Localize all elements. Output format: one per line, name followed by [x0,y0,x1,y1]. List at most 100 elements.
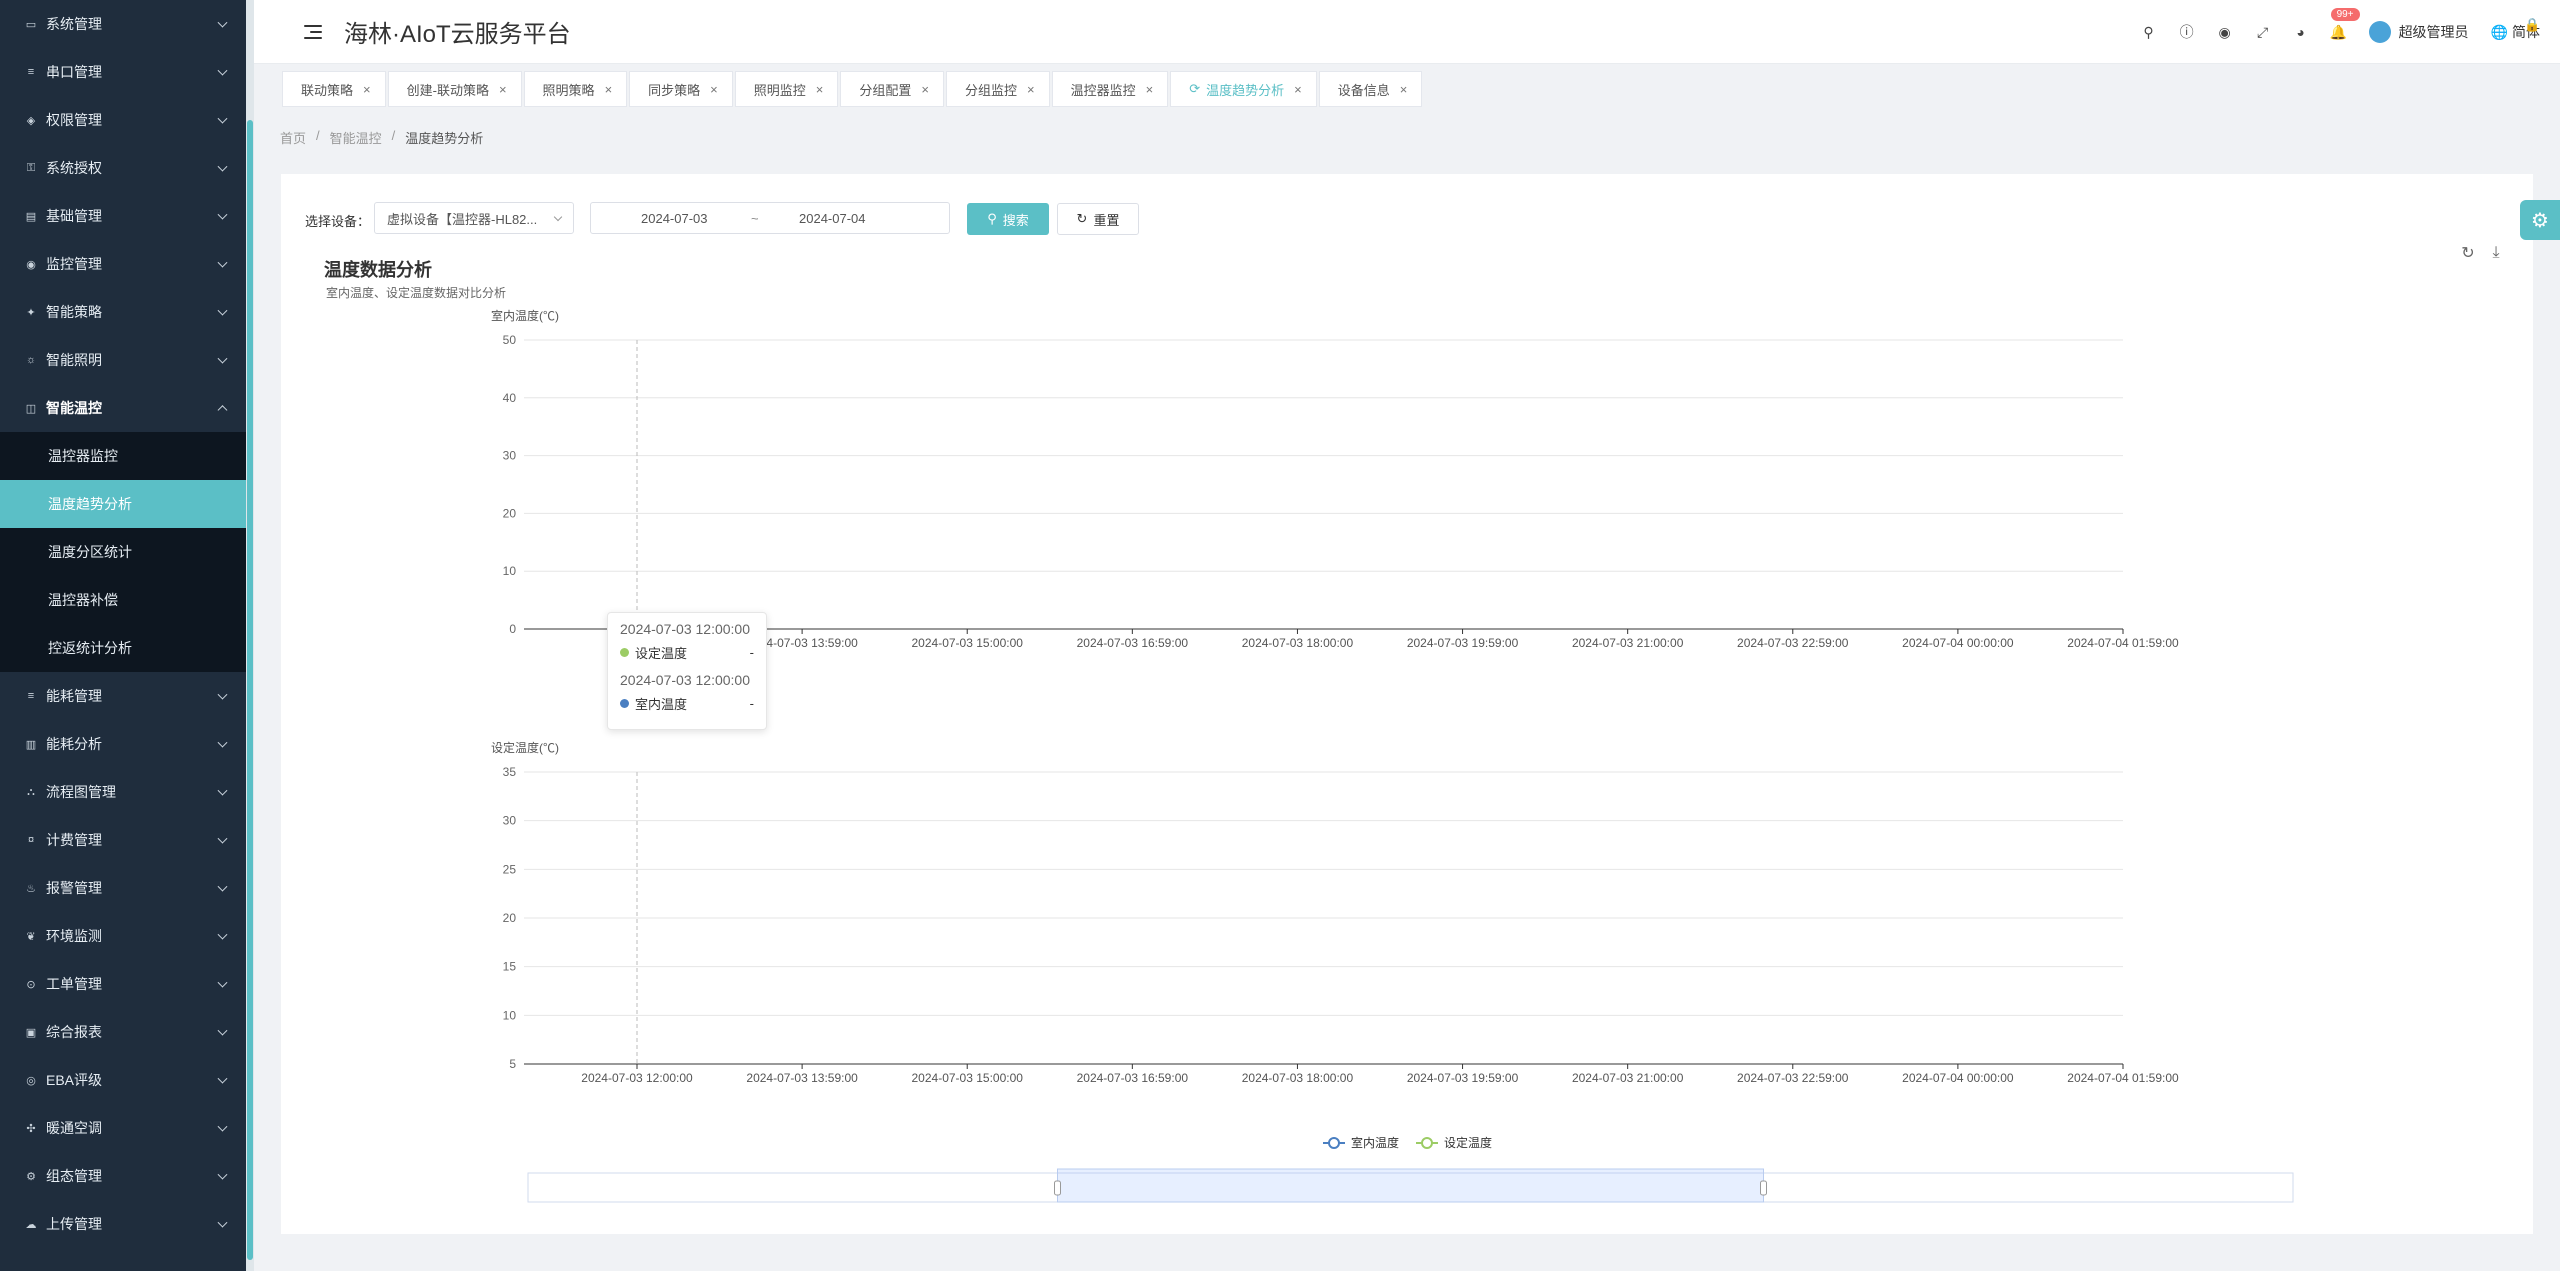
app-root: ▭ 系统管理 ≡ 串口管理 ◈ 权限管理 ⚿ 系统授权 ▤ 基础管理 ◉ 监控管理 ✦ 智能策略 ☼ 智能照明… [0,0,2560,1271]
datazoom-handle-left[interactable] [1054,1180,1061,1196]
sidebar-item[interactable]: ▤ 基础管理 [0,192,246,240]
sidebar-subitem[interactable]: 温度分区统计 [0,528,246,576]
sidebar-item-label: 权限管理 [46,112,102,128]
sidebar-item-label: 串口管理 [46,64,102,80]
datazoom-selection[interactable] [1057,1168,1764,1203]
sidebar-item[interactable]: ◫ 智能温控 [0,384,246,432]
sidebar-item-label: 上传管理 [46,1216,102,1232]
user-menu[interactable]: 超级管理员 [2368,21,2469,43]
sidebar-item[interactable]: ⛬ 流程图管理 [0,768,246,816]
sidebar-item-label: 基础管理 [46,208,102,224]
github-icon[interactable]: ◉ [2217,24,2233,40]
x-tick-label: 2024-07-04 01:59:00 [2067,1071,2179,1085]
legend-label: 设定温度 [1444,1135,1492,1150]
y-tick-label: 50 [503,333,517,347]
sidebar-item-label: 环境监测 [46,928,102,944]
sidebar-scroll-thumb[interactable] [247,120,253,1260]
close-icon[interactable]: × [921,82,929,97]
sidebar-item-label: 计费管理 [46,832,102,848]
close-icon[interactable]: × [605,82,613,97]
sidebar-item-label: 智能策略 [46,304,102,320]
folder-icon: ▤ [25,210,37,223]
close-icon[interactable]: × [1027,82,1035,97]
sidebar-item[interactable]: ◎ EBA评级 [0,1056,246,1104]
sidebar-item[interactable]: ≡ 能耗管理 [0,672,246,720]
sidebar-item-label: 能耗管理 [46,688,102,704]
sidebar-item[interactable]: ≡ 串口管理 [0,48,246,96]
tab[interactable]: 温控器监控 × [1051,71,1169,107]
sidebar-item[interactable]: ✦ 智能策略 [0,288,246,336]
tab[interactable]: 照明策略 × [523,71,628,107]
y-tick-label: 35 [503,765,517,779]
tooltip-row-setpoint: 设定温度 - [620,643,754,662]
sidebar-item[interactable]: ▣ 综合报表 [0,1008,246,1056]
sidebar-item-label: 能耗分析 [46,736,102,752]
close-icon[interactable]: × [363,82,371,97]
sidebar-item[interactable]: ▥ 能耗分析 [0,720,246,768]
tab[interactable]: 创建-联动策略 × [387,71,522,107]
sidebar-item[interactable]: ⚙ 组态管理 [0,1152,246,1200]
sidebar-item[interactable]: ⊙ 工单管理 [0,960,246,1008]
sidebar-item[interactable]: ❦ 环境监测 [0,912,246,960]
gear-icon: ⚙ [26,1170,36,1183]
close-icon[interactable]: × [1400,82,1408,97]
tab-label: 照明监控 [753,82,806,98]
settings-gear-icon[interactable]: ⚙ [2520,200,2560,240]
y-tick-label: 30 [503,449,517,463]
camera-icon: ◉ [26,258,36,271]
key-icon: ⚿ [26,161,36,174]
y-axis-label: 设定温度(℃) [491,740,559,755]
search-icon[interactable]: ⚲ [2141,24,2157,40]
close-icon[interactable]: × [816,82,824,97]
datazoom-handle-right[interactable] [1760,1180,1767,1196]
breadcrumb: 首页 / 智能温控 / 温度趋势分析 [280,128,483,147]
sidebar-item[interactable]: ¤ 计费管理 [0,816,246,864]
breadcrumb-parent[interactable]: 智能温控 [330,128,382,147]
sidebar-subitem[interactable]: 温控器补偿 [0,576,246,624]
fullscreen-icon[interactable]: ⤢ [2255,24,2271,40]
breadcrumb-home[interactable]: 首页 [280,128,306,147]
close-icon[interactable]: × [1294,82,1302,97]
sidebar-scrollbar[interactable] [246,0,254,1271]
sidebar-item[interactable]: ♨ 报警管理 [0,864,246,912]
monitor-icon: ▭ [25,18,37,31]
legend-label: 室内温度 [1351,1135,1399,1150]
sidebar-item[interactable]: ◈ 权限管理 [0,96,246,144]
tooltip-time-2: 2024-07-03 12:00:00 [620,672,750,688]
sidebar-item[interactable]: ✣ 暖通空调 [0,1104,246,1152]
tab[interactable]: 分组配置 × [840,71,944,107]
bell-icon[interactable]: 🔔 99+ [2330,8,2360,40]
theme-icon[interactable]: ◕ [2293,24,2309,40]
x-tick-label: 2024-07-03 22:59:00 [1737,1071,1849,1085]
sidebar-item[interactable]: ◉ 监控管理 [0,240,246,288]
close-icon[interactable]: × [499,82,507,97]
sidebar-item-label: EBA评级 [46,1072,103,1088]
tab[interactable]: 分组监控 × [945,71,1050,107]
help-icon[interactable]: ⓘ [2179,24,2195,40]
tab[interactable]: 联动策略 × [282,71,386,107]
tab-bar: 联动策略 × 创建-联动策略 × 照明策略 × 同步策略 × 照明监控 × 分组配置 × 分组监控 × 温控… [254,64,2560,114]
x-tick-label: 2024-07-04 00:00:00 [1902,1071,2014,1085]
sidebar-subitem[interactable]: 温控器监控 [0,432,246,480]
tab[interactable]: 设备信息 × [1318,71,1423,107]
tab[interactable]: ⟳ 温度趋势分析 × [1170,71,1317,107]
leaf-icon: ❦ [26,930,36,943]
shield-icon: ◈ [26,114,36,127]
x-tick-label: 2024-07-03 16:59:00 [1077,1071,1189,1085]
sidebar-item[interactable]: ☁ 上传管理 [0,1200,246,1248]
sidebar-subitem[interactable]: 温度趋势分析 [0,480,246,528]
close-icon[interactable]: × [1146,82,1154,97]
sidebar-subitem[interactable]: 控返统计分析 [0,624,246,672]
sidebar-item[interactable]: ☼ 智能照明 [0,336,246,384]
header: 海林·AIoT云服务平台 ⚲ ⓘ ◉ ⤢ ◕ 🔔 99+ 超级管理员 🌐 简体 [254,0,2560,64]
menu-toggle-icon[interactable] [304,24,322,39]
tab-label: 照明策略 [542,82,595,98]
sidebar-item[interactable]: ⚿ 系统授权 [0,144,246,192]
close-icon[interactable]: × [710,82,718,97]
tab[interactable]: 照明监控 × [734,71,839,107]
sidebar-item[interactable]: ▭ 系统管理 [0,0,246,48]
sliders-icon: ≡ [27,66,35,78]
tab[interactable]: 同步策略 × [629,71,733,107]
x-tick-label: 2024-07-04 00:00:00 [1902,636,2014,650]
lock-icon[interactable]: 🔒 [2524,17,2540,32]
